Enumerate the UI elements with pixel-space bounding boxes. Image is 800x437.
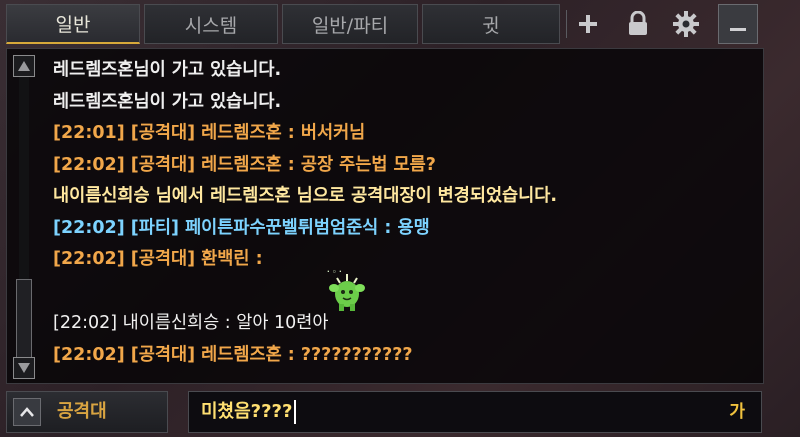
tab-general-party[interactable]: 일반/파티 — [282, 4, 418, 44]
lock-icon — [629, 11, 647, 35]
minimize-icon — [730, 28, 746, 31]
gear-icon — [673, 11, 699, 37]
chat-input[interactable]: 미쳤음???? 가 — [188, 391, 762, 433]
tab-label: 일반 — [55, 14, 91, 36]
settings-button[interactable] — [666, 4, 706, 44]
chat-message: [22:02] [공격대] 레드렘즈혼 : ??????????? — [53, 344, 413, 365]
chat-message-text: [22:02] [공격대] 환백린 : — [53, 249, 263, 269]
chat-scrollbar[interactable] — [7, 49, 39, 383]
plus-icon — [579, 15, 597, 33]
tab-system[interactable]: 시스템 — [144, 4, 278, 44]
tab-label: 귓 — [482, 14, 500, 37]
divider — [566, 10, 567, 38]
tab-label: 시스템 — [184, 14, 238, 37]
triangle-down-icon — [18, 363, 30, 373]
tab-general[interactable]: 일반 — [6, 4, 140, 44]
scroll-thumb[interactable] — [16, 279, 32, 359]
chat-message: [22:02] [공격대] 레드렘즈혼 : 공장 주는법 모름? — [53, 154, 436, 175]
tab-label: 일반/파티 — [311, 14, 389, 37]
text-caret — [294, 400, 297, 424]
chat-log: 레드렘즈혼님이 가고 있습니다. 레드렘즈혼님이 가고 있습니다. [22:01… — [6, 48, 764, 384]
lock-button[interactable] — [618, 4, 658, 44]
scroll-down-button[interactable] — [13, 357, 35, 379]
scroll-up-button[interactable] — [13, 55, 35, 77]
message-list: 레드렘즈혼님이 가고 있습니다. 레드렘즈혼님이 가고 있습니다. [22:01… — [53, 55, 753, 371]
chat-input-bar: 공격대 미쳤음???? 가 — [6, 391, 796, 433]
add-tab-button[interactable] — [568, 4, 608, 44]
chat-input-value: 미쳤음???? — [201, 392, 297, 432]
chat-message: 레드렘즈혼님이 가고 있습니다. — [53, 91, 282, 112]
svg-text:· ◦ ·: · ◦ · — [327, 268, 342, 276]
chat-message: 레드렘즈혼님이 가고 있습니다. — [53, 60, 282, 80]
green-cactus-emoticon: · ◦ · — [325, 266, 369, 326]
channel-label: 공격대 — [57, 401, 107, 422]
chat-message: [22:01] [공격대] 레드렘즈혼 : 버서커님 — [53, 123, 366, 143]
triangle-up-icon — [18, 61, 30, 71]
minimize-button[interactable] — [718, 4, 758, 44]
chat-message: [22:02] [파티] 페이튼파수꾼벨튀범엄준식 : 용맹 — [53, 217, 430, 238]
chevron-up-icon[interactable] — [13, 398, 41, 426]
chat-message: [22:02] 내이름신희승 : 알아 10련아 — [53, 313, 329, 333]
chat-message: 내이름신희승 님에서 레드렘즈혼 님으로 공격대장이 변경되었습니다. — [53, 186, 558, 206]
ime-indicator[interactable]: 가 — [729, 392, 745, 432]
chat-window: 일반 시스템 일반/파티 귓 레드렘즈혼님이 가고 있습니다. 레드렘즈혼님이 … — [0, 0, 800, 437]
tab-whisper[interactable]: 귓 — [422, 4, 560, 44]
chat-tab-bar: 일반 시스템 일반/파티 귓 — [6, 2, 796, 46]
channel-selector[interactable]: 공격대 — [6, 391, 168, 433]
chat-message-with-emoticon: [22:02] [공격대] 환백린 : · ◦ · — [53, 244, 753, 311]
